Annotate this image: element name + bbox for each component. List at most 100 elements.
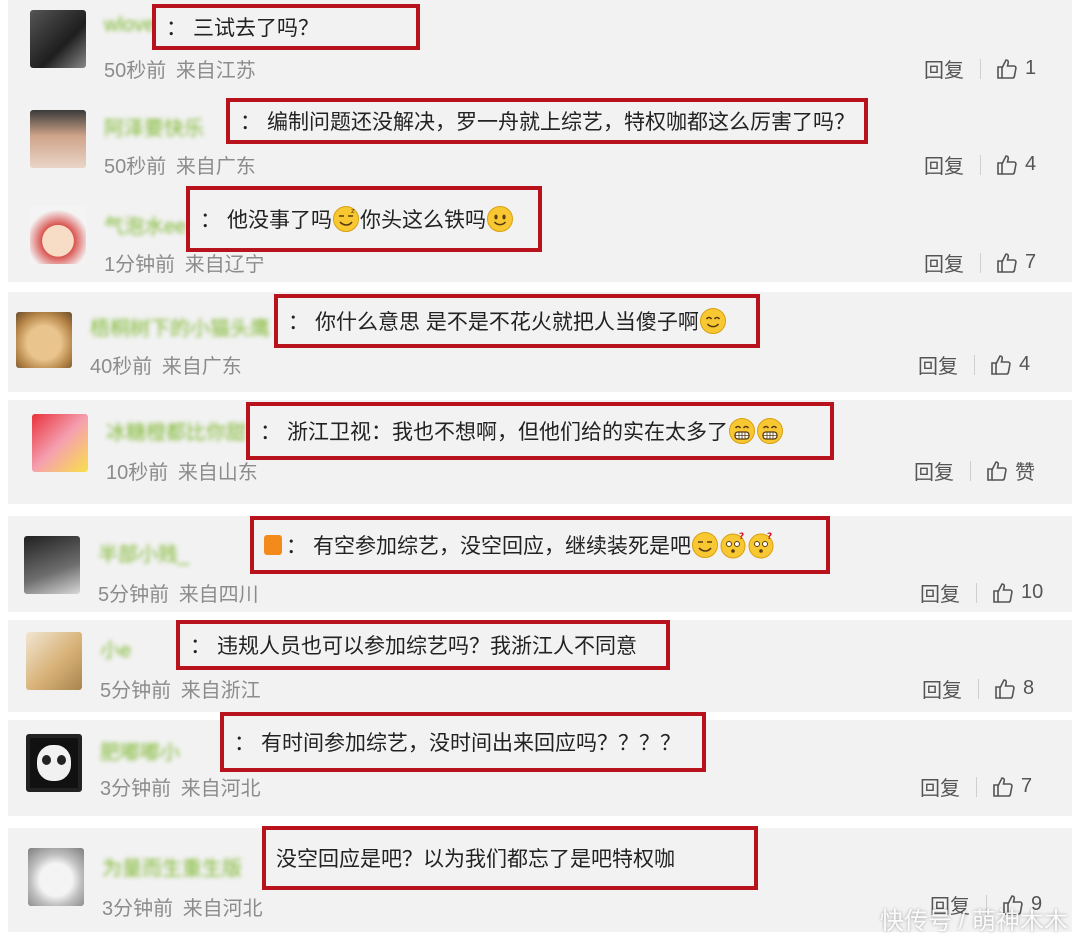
svg-text:z: z [351,207,355,215]
comment-text-highlight: ： 有空参加综艺，没空回应，继续装死是吧 ? ? [250,516,830,574]
avatar[interactable] [24,536,80,594]
commenter-name[interactable]: 为量而生重生版 [102,852,242,881]
avatar[interactable] [26,632,82,690]
comment-text: 浙江卫视：我也不想啊，但他们给的实在太多了 [287,421,728,444]
reply-button[interactable]: 回复 [924,248,964,277]
comment-text-highlight: ： 编制问题还没解决，罗一舟就上综艺，特权咖都这么厉害了吗？ [226,98,868,144]
comment-text-highlight: 没空回应是吧？以为我们都忘了是吧特权咖 [262,826,758,890]
commenter-name[interactable]: 梧桐树下的小猫头鹰 [90,312,270,341]
reply-button[interactable]: 回复 [914,456,954,485]
smirk-emoji-icon: z [333,206,359,232]
thumbs-up-icon[interactable] [991,775,1015,799]
comment-actions: 回复 1 [924,54,1036,83]
commenter-name[interactable]: 小e [100,634,131,663]
comment-location: 来自四川 [178,584,259,606]
avatar[interactable] [30,206,86,264]
commenter-name[interactable]: 阿泽要快乐 [104,112,204,141]
like-count: 4 [1019,353,1031,375]
grin-emoji-icon [729,418,755,444]
reply-button[interactable]: 回复 [920,578,960,607]
reply-button[interactable]: 回复 [924,54,964,83]
comment-time: 10秒前 [106,462,169,484]
commenter-name[interactable]: 肥嘟嘟小 [100,736,180,765]
confused-emoji-icon: ? [748,532,774,559]
comment-text: 编制问题还没解决，罗一舟就上综艺，特权咖都这么厉害了吗？ [267,111,855,134]
comment-text: 你头这么铁吗 [360,209,486,232]
avatar[interactable] [32,414,88,472]
comment-location: 来自广东 [175,156,256,178]
comment-text: 他没事了吗 [227,209,332,232]
commenter-name[interactable]: 冰糖橙都比你甜 [106,416,246,445]
colon: ： [286,535,307,558]
comment-time: 40秒前 [90,356,153,378]
colon: ： [240,111,261,134]
divider [980,154,981,175]
avatar[interactable] [16,312,72,368]
reply-button[interactable]: 回复 [922,674,962,703]
comment-time: 3分钟前 [100,778,172,800]
comment-text: 你什么意思 是不是不花火就把人当傻子啊 [315,311,699,334]
comment-actions: 回复 4 [918,350,1030,379]
comment-text-highlight: ： 有时间参加综艺，没时间出来回应吗？？？？ [220,712,706,772]
comment-text-highlight: ： 他没事了吗 z 你头这么铁吗 [186,186,542,252]
avatar[interactable] [30,110,86,168]
comment-location: 来自河北 [182,898,263,920]
comment-meta: 1分钟前 来自辽宁 [104,248,265,277]
comment-time: 1分钟前 [104,254,176,276]
thumbs-up-icon[interactable] [989,353,1013,377]
smile-emoji-icon [487,206,513,232]
comment-text-highlight: ： 违规人员也可以参加综艺吗？我浙江人不同意 [176,620,670,670]
thumbs-up-icon[interactable] [995,57,1019,81]
thumbs-up-icon[interactable] [991,581,1015,605]
comment-meta: 5分钟前 来自四川 [98,578,259,607]
colon: ： [288,311,309,334]
divider [980,252,981,273]
comment-meta: 50秒前 来自广东 [104,150,256,179]
comment-location: 来自江苏 [175,60,256,82]
comment-meta: 3分钟前 来自河北 [102,892,263,921]
svg-text:?: ? [739,532,744,542]
colon: ： [234,732,255,755]
colon: ： [200,209,221,232]
watermark: 快传号 / 萌神木木 [879,908,1068,935]
divider [976,776,977,797]
comment-text-highlight: ： 三试去了吗？ [152,4,420,50]
colon: ： [166,17,187,40]
divider [978,678,979,699]
avatar[interactable] [26,734,82,792]
reply-button[interactable]: 回复 [924,150,964,179]
avatar[interactable] [28,848,84,906]
comment-meta: 3分钟前 来自河北 [100,772,261,801]
like-count: 8 [1023,677,1035,699]
comment-text: 三试去了吗？ [193,17,319,40]
commenter-name[interactable]: 气泡水ee [104,210,186,239]
commenter-name[interactable]: 半部小贱_ [98,538,189,567]
comment-text: 没空回应是吧？以为我们都忘了是吧特权咖 [276,848,675,871]
colon: ： [190,635,211,658]
thumbs-up-icon[interactable] [995,153,1019,177]
avatar[interactable] [30,10,86,68]
comment-time: 50秒前 [104,156,167,178]
comment-location: 来自山东 [177,462,258,484]
comment-time: 50秒前 [104,60,167,82]
like-count: 7 [1025,251,1037,273]
thumbs-up-icon[interactable] [993,677,1017,701]
reply-button[interactable]: 回复 [918,350,958,379]
comment-location: 来自浙江 [180,680,261,702]
thumbs-up-icon[interactable] [985,459,1009,483]
comment-meta: 5分钟前 来自浙江 [100,674,261,703]
comment-actions: 回复 10 [920,578,1043,607]
comment-meta: 50秒前 来自江苏 [104,54,256,83]
smile-emoji-icon [699,308,726,334]
comment-location: 来自河北 [180,778,261,800]
reply-button[interactable]: 回复 [920,772,960,801]
comment-text-highlight: ： 你什么意思 是不是不花火就把人当傻子啊 [274,294,760,348]
comment-text: 有空参加综艺，没空回应，继续装死是吧 [313,535,691,558]
comment-text: 有时间参加综艺，没时间出来回应吗？？？？ [261,732,681,755]
comment-time: 3分钟前 [102,898,174,920]
comment-actions: 回复 赞 [914,456,1035,485]
thumbs-up-icon[interactable] [995,251,1019,275]
comment-time: 5分钟前 [100,680,172,702]
comment-actions: 回复 7 [920,772,1032,801]
like-count: 7 [1021,775,1033,797]
